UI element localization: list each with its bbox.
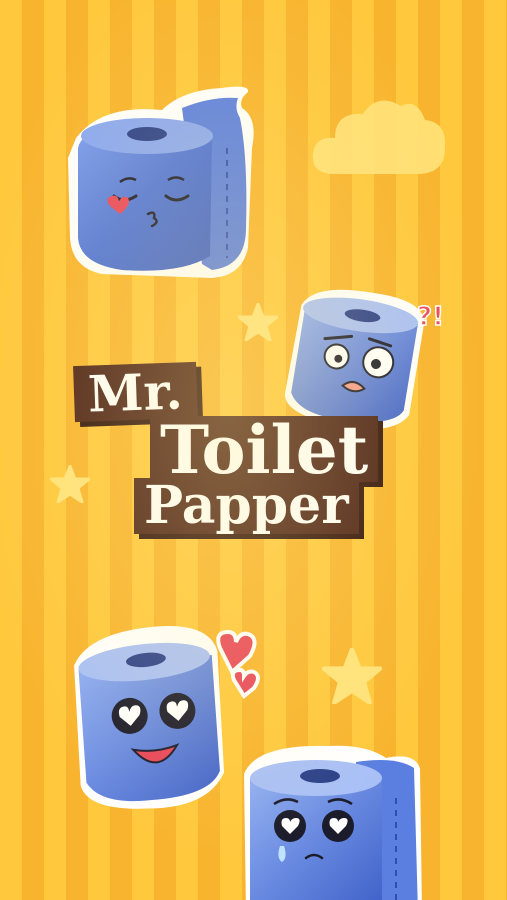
logo-line-toilet: Toilet [150, 416, 379, 484]
splash-screen: ?! Mr. Toilet Papper [0, 0, 507, 900]
logo-line-papper: Papper [134, 478, 359, 534]
toilet-roll-teary-icon [244, 745, 422, 900]
sticker-teary-roll[interactable] [236, 738, 436, 900]
